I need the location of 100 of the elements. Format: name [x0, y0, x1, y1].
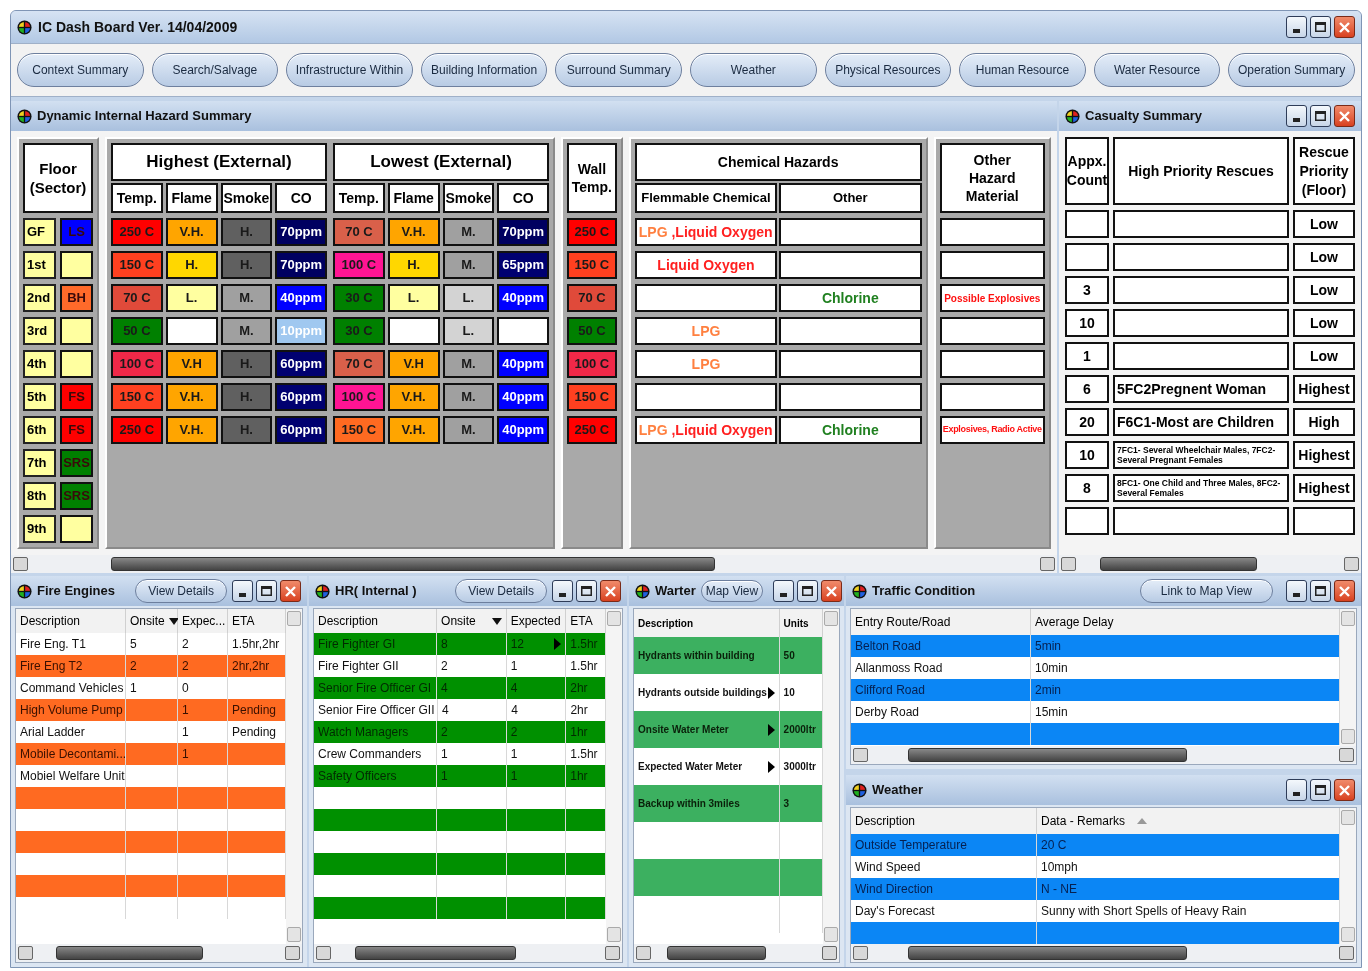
column-header: Flame — [387, 183, 440, 213]
value-cell: 100 C — [333, 251, 385, 279]
column-header: Other Hazard Material — [939, 143, 1045, 213]
pill-button[interactable]: Weather — [689, 53, 817, 87]
vertical-scrollbar[interactable] — [1340, 808, 1356, 944]
minimize-button[interactable] — [1286, 16, 1307, 38]
column-header[interactable]: Average Delay — [1031, 609, 1340, 635]
vertical-scrollbar[interactable] — [606, 609, 622, 944]
horizontal-scrollbar[interactable] — [851, 746, 1356, 764]
column-header[interactable]: Description — [16, 609, 126, 633]
close-button[interactable] — [280, 580, 301, 602]
pill-button[interactable]: Operation Summary — [1228, 53, 1355, 87]
value-cell: 60ppm — [275, 383, 327, 411]
column-header[interactable]: ETA — [566, 609, 606, 633]
pill-button[interactable]: Building Information — [420, 53, 548, 87]
text-cell: 20 — [1065, 408, 1109, 436]
maximize-button[interactable] — [1310, 580, 1331, 602]
maximize-icon — [1315, 785, 1326, 795]
column-header[interactable]: ETA — [228, 609, 286, 633]
value-cell: 150 C — [111, 251, 163, 279]
floor-label: 1st — [23, 251, 57, 279]
maximize-icon — [581, 586, 592, 596]
maximize-button[interactable] — [1310, 779, 1331, 801]
close-button[interactable] — [1334, 580, 1355, 602]
table-cell — [126, 875, 178, 897]
column-header[interactable]: Description — [851, 808, 1037, 834]
maximize-button[interactable] — [256, 580, 277, 602]
text-cell — [1065, 243, 1109, 271]
maximize-button[interactable] — [1310, 16, 1331, 38]
close-button[interactable] — [600, 580, 621, 602]
minimize-button[interactable] — [1286, 105, 1307, 127]
pill-button[interactable]: Infrastructure Within — [286, 53, 413, 87]
value-cell: H. — [220, 416, 273, 444]
value-cell: V.H. — [165, 416, 218, 444]
table-cell: 2 — [437, 721, 507, 743]
vertical-scrollbar[interactable] — [286, 609, 302, 944]
table-cell: 4 — [506, 677, 567, 699]
vertical-scrollbar[interactable] — [823, 609, 839, 944]
minimize-icon — [1293, 118, 1300, 122]
maximize-button[interactable] — [1310, 105, 1331, 127]
pill-button[interactable]: Link to Map View — [1139, 579, 1273, 603]
column-header[interactable]: Description — [634, 609, 780, 637]
horizontal-scrollbar[interactable] — [16, 944, 302, 962]
text-cell: LPG ,Liquid Oxygen — [634, 218, 778, 246]
column-header[interactable]: Units — [779, 609, 823, 637]
minimize-button[interactable] — [552, 580, 573, 602]
maximize-button[interactable] — [576, 580, 597, 602]
value-cell: H. — [220, 251, 273, 279]
text-cell: Highest — [1293, 441, 1355, 469]
floor-label: 7th — [23, 449, 57, 477]
horizontal-scrollbar[interactable] — [634, 944, 839, 962]
minimize-button[interactable] — [232, 580, 253, 602]
column-header[interactable]: Onsite — [437, 609, 507, 633]
column-header[interactable]: Entry Route/Road — [851, 609, 1031, 635]
value-cell: 250 C — [567, 416, 617, 444]
value-cell: 60ppm — [275, 416, 327, 444]
column-header[interactable]: Onsite — [126, 609, 178, 633]
table-cell: 2 — [506, 721, 567, 743]
table-cell: 1 — [506, 765, 567, 787]
minimize-button[interactable] — [1286, 580, 1307, 602]
pill-button[interactable]: Water Resource — [1093, 53, 1221, 87]
column-header: Wall Temp. — [567, 143, 617, 213]
horizontal-scrollbar[interactable] — [851, 944, 1356, 962]
table-cell: 1hr — [566, 765, 606, 787]
pill-button[interactable]: View Details — [455, 579, 547, 603]
minimize-button[interactable] — [1286, 779, 1307, 801]
column-header[interactable]: Data - Remarks — [1037, 808, 1340, 834]
pill-button[interactable]: Context Summary — [17, 53, 144, 87]
minimize-button[interactable] — [773, 580, 795, 602]
pill-button[interactable]: Physical Resources — [824, 53, 952, 87]
horizontal-scrollbar[interactable] — [1059, 555, 1361, 573]
pill-button[interactable]: Map View — [700, 580, 764, 602]
value-cell: 250 C — [111, 218, 163, 246]
pill-button[interactable]: View Details — [135, 579, 227, 603]
text-cell: Chlorine — [779, 416, 922, 444]
column-header[interactable]: Description — [314, 609, 438, 633]
text-cell — [1065, 507, 1109, 535]
floor-label: 9th — [23, 515, 57, 543]
column-header[interactable]: Expected — [506, 609, 567, 633]
value-cell: M. — [442, 350, 495, 378]
value-cell: L. — [165, 284, 218, 312]
header-label: Description — [638, 616, 693, 631]
panel-title: Fire Engines — [37, 582, 116, 601]
horizontal-scrollbar[interactable] — [314, 944, 622, 962]
pill-button[interactable]: Search/Salvage — [151, 53, 279, 87]
close-button[interactable] — [821, 580, 843, 602]
close-button[interactable] — [1334, 779, 1355, 801]
table-cell — [228, 743, 286, 765]
maximize-button[interactable] — [797, 580, 819, 602]
pill-button[interactable]: Human Resource — [959, 53, 1086, 87]
close-icon — [826, 585, 838, 597]
pill-button[interactable]: Surround Summary — [555, 53, 682, 87]
maximize-icon — [1315, 586, 1326, 596]
close-button[interactable] — [1334, 16, 1355, 38]
text-cell: 8 — [1065, 474, 1109, 502]
close-button[interactable] — [1334, 105, 1355, 127]
column-header: Chemical Hazards — [634, 143, 922, 181]
horizontal-scrollbar[interactable] — [11, 555, 1057, 573]
vertical-scrollbar[interactable] — [1340, 609, 1356, 746]
table-cell: 1.5hr — [566, 633, 606, 655]
